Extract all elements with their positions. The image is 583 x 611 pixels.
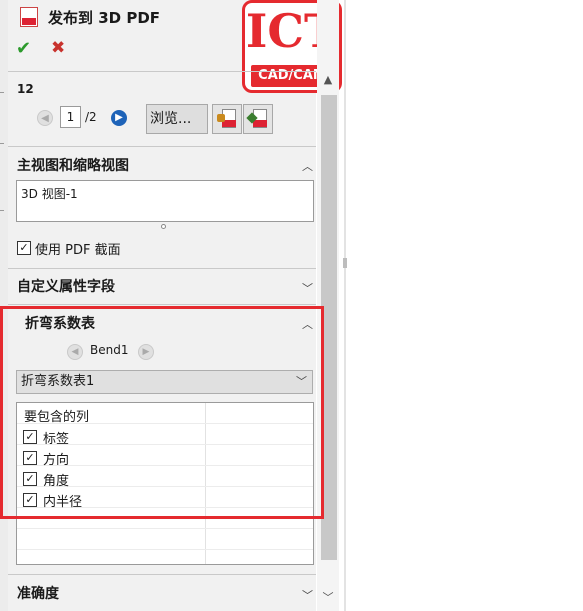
column-label-text: 标签 xyxy=(43,432,70,447)
prev-bend-button[interactable]: ◀ xyxy=(67,344,83,360)
collapse-chevron-icon[interactable]: ︿ xyxy=(302,158,313,174)
divider xyxy=(8,146,316,147)
bend-table-select-value: 折弯系数表1 xyxy=(21,374,95,389)
table-row xyxy=(17,508,313,529)
divider xyxy=(8,574,316,575)
divider xyxy=(8,268,316,269)
column-label-checkbox[interactable]: ✓ xyxy=(23,430,37,444)
column-inner-radius-checkbox[interactable]: ✓ xyxy=(23,493,37,507)
divider xyxy=(8,304,316,305)
table-row xyxy=(17,529,313,550)
collapse-chevron-icon[interactable]: ︿ xyxy=(302,316,313,332)
pdf-edit-button[interactable] xyxy=(243,104,273,134)
page-number-input[interactable]: 1 xyxy=(60,106,81,128)
columns-list: 要包含的列 ✓ 标签 ✓ 方向 ✓ 角度 ✓ 内半径 xyxy=(16,402,314,565)
pdf-lock-button[interactable] xyxy=(212,104,242,134)
bend-table-select[interactable]: 折弯系数表1 ﹀ xyxy=(16,370,313,394)
columns-list-header: 要包含的列 xyxy=(24,410,90,425)
scroll-up-icon[interactable]: ▲ xyxy=(318,70,338,90)
use-pdf-section-label: 使用 PDF 截面 xyxy=(35,243,121,258)
column-angle-checkbox[interactable]: ✓ xyxy=(23,472,37,486)
cancel-x-icon[interactable]: ✖ xyxy=(51,38,65,58)
scrollbar-thumb[interactable] xyxy=(321,95,337,560)
panel-title: 发布到 3D PDF xyxy=(48,9,161,27)
view-name-field[interactable]: 3D 视图-1 xyxy=(16,180,314,222)
resize-handle[interactable] xyxy=(161,224,166,229)
bend-table-section-title[interactable]: 折弯系数表 xyxy=(25,313,95,333)
column-angle-text: 角度 xyxy=(43,474,70,489)
left-tick xyxy=(0,143,4,144)
chevron-down-icon: ﹀ xyxy=(296,375,307,388)
prev-page-button[interactable]: ◀ xyxy=(37,110,53,126)
next-page-button[interactable]: ▶ xyxy=(111,110,127,126)
page-count-label: 12 xyxy=(17,82,34,96)
left-tick xyxy=(0,92,4,93)
page-total-label: /2 xyxy=(85,110,97,124)
column-direction-checkbox[interactable]: ✓ xyxy=(23,451,37,465)
view-name-text: 3D 视图-1 xyxy=(21,187,78,201)
ok-check-icon[interactable]: ✔ xyxy=(16,38,31,59)
panel-edge xyxy=(344,0,346,611)
scroll-down-icon[interactable]: ﹀ xyxy=(318,588,338,608)
use-pdf-section-checkbox[interactable]: ✓ xyxy=(17,241,31,255)
divider xyxy=(8,71,316,72)
expand-chevron-icon[interactable]: ﹀ xyxy=(302,280,313,296)
main-view-section-title[interactable]: 主视图和缩略视图 xyxy=(17,155,129,175)
next-bend-button[interactable]: ▶ xyxy=(138,344,154,360)
left-tick xyxy=(0,210,4,211)
pdf-doc-icon xyxy=(20,7,38,27)
browse-button[interactable]: 浏览... xyxy=(146,104,208,134)
panel-collapse-handle[interactable] xyxy=(343,258,347,268)
accuracy-section-title[interactable]: 准确度 xyxy=(17,583,59,603)
expand-chevron-icon[interactable]: ﹀ xyxy=(302,587,313,603)
bend-name-label: Bend1 xyxy=(90,343,129,357)
custom-props-section-title[interactable]: 自定义属性字段 xyxy=(17,276,115,296)
column-inner-radius-text: 内半径 xyxy=(43,495,83,510)
table-row xyxy=(17,550,313,564)
column-direction-text: 方向 xyxy=(43,453,70,468)
